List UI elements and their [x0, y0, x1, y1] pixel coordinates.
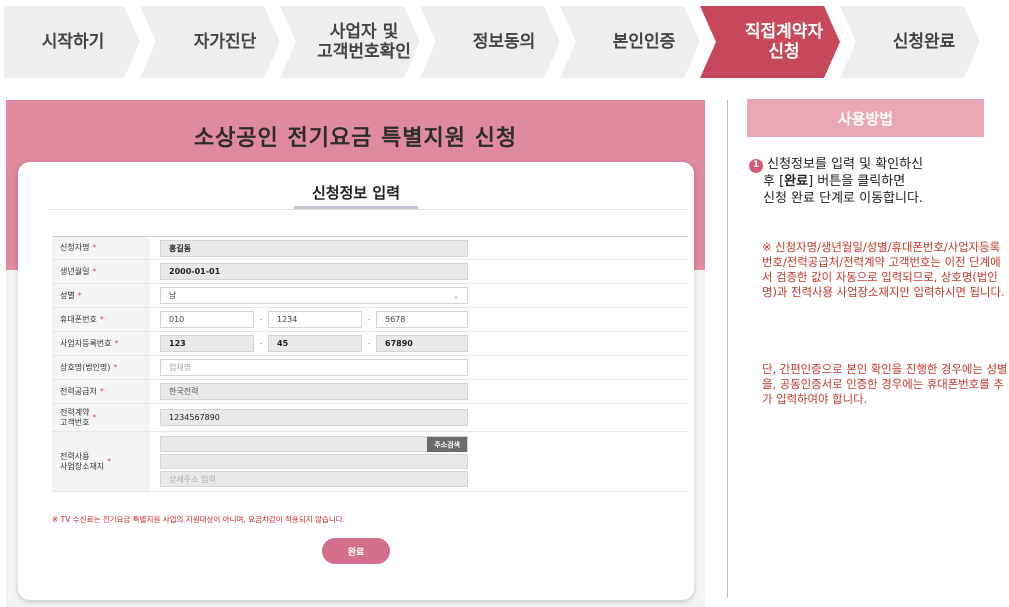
- birth-field: 2000-01-01: [160, 263, 468, 280]
- progress-steps: 시작하기 자가진단 사업자 및 고객번호확인 정보동의 본인인증 직접계약자 신…: [0, 0, 1009, 84]
- step-number-badge: 1: [749, 158, 763, 173]
- phone-prefix-input[interactable]: 010: [160, 311, 254, 328]
- custno-label: 전력계약 고객번호 *: [52, 404, 150, 431]
- chevron-down-icon: ⌄: [453, 291, 459, 300]
- howto-note-extra-input: 단, 간편인증으로 본인 확인을 진행한 경우에는 성별을, 공동인증서로 인증…: [762, 362, 1008, 406]
- supplier-label: 전력공급처 *: [52, 380, 150, 403]
- panel-title: 소상공인 전기요금 특별지원 신청: [193, 126, 518, 151]
- company-label: 상호명(법인명) *: [52, 356, 150, 379]
- step-start: 시작하기: [41, 32, 105, 52]
- step-business-check: 사업자 및 고객번호확인: [317, 22, 411, 62]
- bizno-field-3: 67890: [376, 335, 468, 352]
- step-self-check: 자가진단: [193, 32, 257, 52]
- application-panel: 소상공인 전기요금 특별지원 신청 신청정보 입력 신청자명 * 홍길동 생년월일…: [6, 100, 705, 607]
- form-row-gender: 성별 * 남 ⌄: [52, 284, 688, 308]
- phone-last-input[interactable]: 5678: [376, 311, 468, 328]
- form-row-address: 전력사용 사업장소재지 * 주소검색 상세주소 입력: [52, 432, 688, 492]
- step-identity: 본인인증: [612, 32, 676, 52]
- form-row-customer-number: 전력계약 고객번호 * 1234567890: [52, 404, 688, 432]
- step-consent: 정보동의: [472, 32, 536, 52]
- gender-label: 성별 *: [52, 284, 150, 307]
- company-input[interactable]: 업체명: [160, 359, 468, 376]
- name-field: 홍길동: [160, 239, 468, 257]
- address-search-button[interactable]: 주소검색: [427, 437, 467, 452]
- card-title: 신청정보 입력: [311, 184, 401, 202]
- howto-header: 사용방법: [747, 99, 984, 137]
- card-divider: [48, 209, 688, 210]
- name-label: 신청자명 *: [52, 237, 150, 259]
- howto-note-auto-fill: ※ 신청자명/생년월일/성별/휴대폰번호/사업자등록번호/전력공급처/전력계약 …: [762, 240, 1005, 299]
- form-row-supplier: 전력공급처 * 한국전력: [52, 380, 688, 404]
- card-title-underline: [294, 206, 418, 209]
- address-label: 전력사용 사업장소재지 *: [52, 432, 150, 491]
- birth-label: 생년월일 *: [52, 260, 150, 283]
- step-direct-contract: 직접계약자 신청: [744, 22, 824, 62]
- form-card: 신청정보 입력 신청자명 * 홍길동 생년월일 * 2000-01-01 성별 * 남…: [18, 162, 694, 600]
- address-road-field: [160, 453, 468, 470]
- tv-fee-notice: ※ TV 수신료는 전기요금 특별지원 사업의 지원대상이 아니며, 요금차감이…: [52, 515, 346, 524]
- gender-select[interactable]: 남 ⌄: [160, 287, 468, 304]
- phone-label: 휴대폰번호 *: [52, 308, 150, 331]
- form-row-phone: 휴대폰번호 * 010 - 1234 - 5678: [52, 308, 688, 332]
- form-row-name: 신청자명 * 홍길동: [52, 236, 688, 260]
- application-form: 신청자명 * 홍길동 생년월일 * 2000-01-01 성별 * 남 ⌄ 휴대폰번호 *…: [52, 236, 688, 492]
- address-field: 주소검색: [160, 436, 468, 452]
- custno-field: 1234567890: [160, 409, 468, 426]
- bizno-label: 사업자등록번호 *: [52, 332, 150, 355]
- vertical-divider: [727, 100, 728, 598]
- submit-button[interactable]: 완료: [322, 538, 390, 564]
- supplier-field: 한국전력: [160, 383, 468, 400]
- form-row-company: 상호명(법인명) * 업체명: [52, 356, 688, 380]
- bizno-field-1: 123: [160, 335, 254, 352]
- phone-middle-input[interactable]: 1234: [268, 311, 362, 328]
- address-detail-input[interactable]: 상세주소 입력: [160, 471, 468, 488]
- step-complete: 신청완료: [892, 32, 956, 52]
- form-row-bizno: 사업자등록번호 * 123 - 45 - 67890: [52, 332, 688, 356]
- bizno-field-2: 45: [268, 335, 362, 352]
- form-row-birth: 생년월일 * 2000-01-01: [52, 260, 688, 284]
- howto-instruction: 1 신청정보를 입력 및 확인하신 후 [완료] 버튼을 클릭하면 신청 완료 …: [749, 156, 999, 207]
